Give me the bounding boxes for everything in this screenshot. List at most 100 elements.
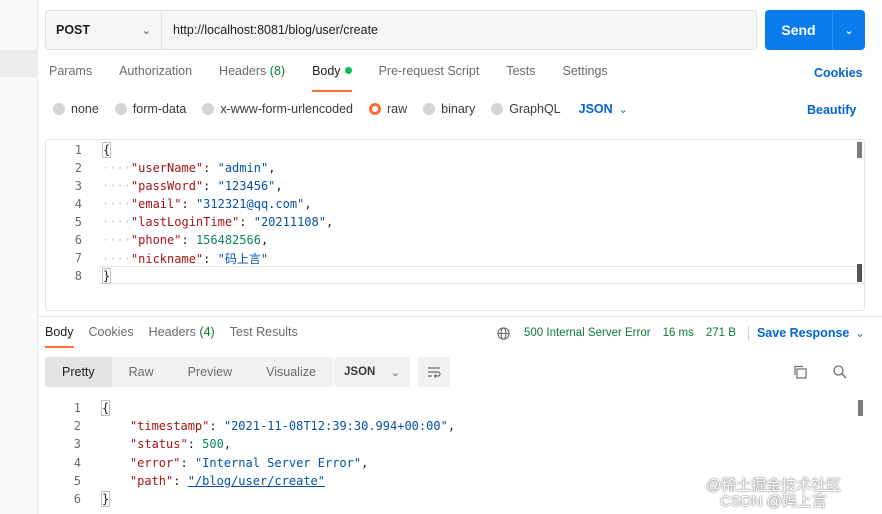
code-text: "status": 500, — [101, 437, 231, 451]
cookies-link[interactable]: Cookies — [814, 66, 863, 80]
indent-guide: ···· — [102, 233, 131, 247]
json-value: "Internal Server Error" — [194, 455, 362, 470]
tab-pre-request-script[interactable]: Pre-request Script — [379, 64, 480, 86]
indent-guide: ···· — [102, 179, 131, 193]
radio-label: x-www-form-urlencoded — [220, 102, 353, 116]
send-button[interactable]: Send ⌄ — [765, 10, 865, 50]
status-code[interactable]: 500 Internal Server Error — [524, 327, 651, 339]
radio-x-www-form-urlencoded[interactable]: x-www-form-urlencoded — [202, 102, 353, 116]
line-number: 5 — [74, 215, 82, 229]
indent-guide — [101, 474, 130, 488]
response-tabs: Body Cookies Headers (4) Test Results — [45, 325, 313, 348]
tab-params[interactable]: Params — [49, 64, 92, 86]
tab-authorization[interactable]: Authorization — [119, 64, 192, 86]
send-label: Send — [765, 10, 833, 50]
code-line: 2 ····"userName": "admin", — [46, 159, 864, 177]
line-number: 1 — [74, 143, 82, 157]
json-key: "nickname" — [130, 251, 204, 266]
chevron-down-icon: ⌄ — [618, 104, 628, 116]
tab-tests[interactable]: Tests — [506, 64, 535, 86]
code-line: 2 "timestamp": "2021-11-08T12:39:30.994+… — [45, 417, 865, 435]
body-format-select[interactable]: JSON ⌄ — [579, 102, 628, 116]
tab-body[interactable]: Body — [312, 64, 352, 92]
radio-binary[interactable]: binary — [423, 102, 475, 116]
response-tab-body[interactable]: Body — [45, 325, 74, 348]
indent-guide — [101, 456, 130, 470]
close-brace: } — [101, 491, 111, 507]
json-value: 156482566 — [195, 233, 261, 247]
json-key: "timestamp" — [129, 419, 210, 434]
close-brace: } — [102, 268, 112, 284]
radio-circle-icon — [114, 103, 127, 115]
line-number: 8 — [74, 269, 82, 283]
code-text: { — [101, 400, 111, 416]
save-response-label: Save Response — [756, 326, 850, 340]
wrap-lines-button[interactable] — [418, 357, 450, 387]
response-time[interactable]: 16 ms — [663, 327, 694, 339]
view-mode-raw[interactable]: Raw — [112, 357, 171, 387]
radio-label: GraphQL — [509, 102, 561, 116]
method-select[interactable]: POST ⌄ — [46, 11, 162, 49]
code-line: 8} — [46, 267, 864, 285]
radio-label: raw — [387, 102, 408, 116]
chevron-down-icon: ⌄ — [855, 328, 865, 340]
line-number: 4 — [74, 197, 82, 211]
tab-headers[interactable]: Headers (8) — [219, 64, 285, 86]
panel-divider — [38, 316, 882, 317]
method-label: POST — [56, 23, 91, 37]
chevron-down-icon: ⌄ — [390, 366, 400, 379]
json-value: "admin" — [217, 161, 269, 175]
radio-none[interactable]: none — [53, 102, 99, 116]
code-text: } — [101, 491, 111, 507]
radio-circle-icon — [423, 103, 436, 115]
radio-label: none — [71, 102, 99, 116]
line-number: 1 — [73, 401, 81, 415]
code-line: 1{ — [45, 399, 865, 417]
code-text: "error": "Internal Server Error", — [101, 456, 368, 470]
status-separator — [747, 326, 749, 340]
code-line: 1{ — [46, 141, 864, 159]
beautify-button[interactable]: Beautify — [807, 103, 856, 117]
code-line: 5 ····"lastLoginTime": "20211108", — [46, 213, 864, 231]
response-format-select[interactable]: JSON ⌄ — [334, 357, 410, 387]
json-value: "2021-11-08T12:39:30.994+00:00" — [223, 419, 448, 434]
save-response-button[interactable]: Save Response ⌄ — [757, 326, 865, 340]
tab-settings[interactable]: Settings — [562, 64, 607, 86]
radio-graphql[interactable]: GraphQL — [491, 102, 561, 116]
line-number: 7 — [74, 251, 82, 265]
tab-label: Params — [49, 64, 93, 78]
response-tab-headers[interactable]: Headers (4) — [149, 325, 215, 339]
radio-circle-icon — [491, 103, 504, 115]
view-mode-visualize[interactable]: Visualize — [249, 357, 333, 387]
radio-label: form-data — [132, 102, 187, 116]
json-value: "20211108" — [253, 215, 326, 229]
response-tab-test-results[interactable]: Test Results — [230, 325, 298, 339]
radio-form-data[interactable]: form-data — [114, 102, 187, 116]
json-key: "userName" — [130, 161, 204, 175]
sidebar-highlight — [0, 50, 38, 77]
send-options-chevron-icon[interactable]: ⌄ — [833, 10, 865, 50]
watermark-line1: @稀土掘金技术社区 — [706, 477, 842, 494]
code-line: 4 ····"email": "312321@qq.com", — [46, 195, 864, 213]
line-number: 3 — [74, 179, 82, 193]
view-mode-pretty[interactable]: Pretty — [45, 357, 112, 387]
response-size[interactable]: 271 B — [706, 327, 736, 339]
code-text: ····"lastLoginTime": "20211108", — [102, 215, 334, 229]
response-tab-cookies[interactable]: Cookies — [89, 325, 134, 339]
request-body-editor[interactable]: 1{2 ····"userName": "admin", 3 ····"passWor… — [45, 139, 865, 311]
json-value[interactable]: "/blog/user/create" — [188, 474, 325, 488]
view-mode-preview[interactable]: Preview — [171, 357, 249, 387]
search-icon[interactable] — [832, 364, 848, 380]
tab-label: Pre-request Script — [378, 64, 480, 78]
radio-raw[interactable]: raw — [369, 102, 407, 116]
tab-label: Settings — [562, 64, 608, 78]
tab-label: Tests — [506, 64, 536, 78]
tab-label: Headers — [219, 64, 267, 78]
radio-label: binary — [441, 102, 476, 116]
globe-icon[interactable] — [497, 326, 510, 340]
response-status-bar: 500 Internal Server Error 16 ms 271 B Sa… — [497, 326, 865, 340]
tab-label: Test Results — [229, 325, 298, 339]
url-input[interactable]: http://localhost:8081/blog/user/create — [162, 23, 378, 37]
copy-icon[interactable] — [792, 364, 808, 380]
tab-count-badge: (8) — [269, 64, 286, 78]
